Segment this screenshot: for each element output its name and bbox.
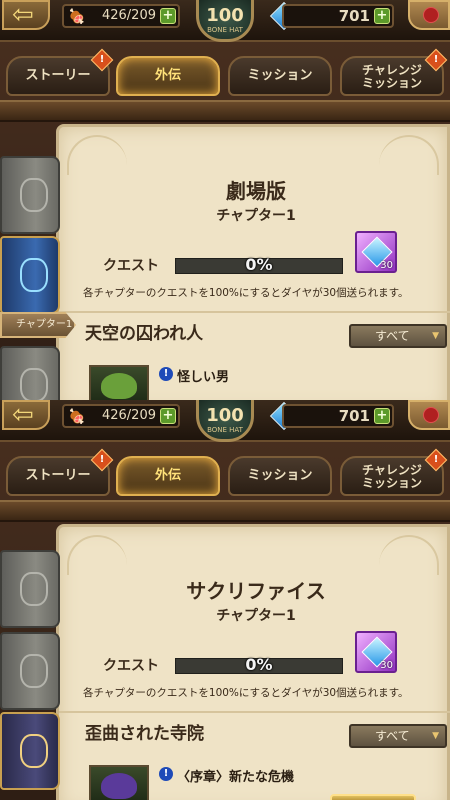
add-stamina-button[interactable]: + (160, 408, 176, 424)
tab-mission[interactable]: ミッション (228, 56, 332, 96)
tab-story[interactable]: ストーリー ! (6, 48, 114, 96)
player-level-value: 100 (206, 5, 244, 26)
player-level-label: BONE HAT (207, 426, 243, 434)
quest-progress-label: クエスト (103, 658, 159, 674)
tab-story-label: ストーリー (25, 68, 91, 83)
alert-icon: ! (90, 448, 114, 472)
gem-counter: 701 + (282, 4, 394, 28)
quest-name[interactable]: 怪しい男 (177, 366, 229, 385)
gem-value: 701 (338, 7, 370, 25)
quest-alert-icon: ! (159, 367, 173, 381)
reward-count: 30 (380, 660, 393, 671)
tab-challenge-label-2: ミッション (361, 476, 422, 490)
add-stamina-button[interactable]: + (160, 8, 176, 24)
tab-gaiden[interactable]: 外伝 (116, 56, 220, 96)
diamond-reward[interactable]: 30 (355, 631, 397, 673)
quest-progress-label: クエスト (103, 258, 159, 274)
mail-envelope-button[interactable] (408, 400, 450, 430)
add-gems-button[interactable]: + (374, 408, 390, 424)
quest-start-button[interactable] (330, 794, 416, 800)
tab-bar: ストーリー ! 外伝 ミッション チャレンジ ミッション ! (0, 48, 450, 102)
tab-mission-label: ミッション (247, 468, 313, 483)
reward-note: 各チャプターのクエストを100%にするとダイヤが30個送られます。 (83, 687, 409, 699)
alert-icon: ! (90, 48, 114, 72)
tab-mission[interactable]: ミッション (228, 456, 332, 496)
corner-ornament (379, 535, 439, 575)
quest-progress-text: 0% (245, 255, 273, 274)
reward-count: 30 (380, 260, 393, 271)
book-gray[interactable] (0, 346, 60, 400)
tab-challenge-mission[interactable]: チャレンジ ミッション ! (340, 48, 448, 96)
tab-gaiden[interactable]: 外伝 (116, 456, 220, 496)
tab-story[interactable]: ストーリー ! (6, 448, 114, 496)
tab-challenge-label-2: ミッション (361, 76, 422, 90)
player-level-value: 100 (206, 405, 244, 426)
corner-ornament (379, 135, 439, 175)
story-title: サクリファイス (186, 579, 326, 603)
screen-panel-1: 🍖 426/209 + 100 BONE HAT 701 + ストーリー ! 外… (0, 0, 450, 400)
gem-value: 701 (338, 407, 370, 425)
top-status-bar: 🍖 426/209 + 100 BONE HAT 701 + (0, 0, 450, 42)
monster-image (101, 773, 137, 799)
quest-name[interactable]: 〈序章〉新たな危機 (177, 766, 294, 785)
tab-gaiden-label: 外伝 (154, 68, 181, 83)
chapter-label: チャプター1 (216, 608, 296, 624)
quest-filter-dropdown[interactable]: すべて (349, 324, 447, 348)
chapter-detail-card: サクリファイス チャプター1 クエスト 0% 30 各チャプターのクエストを10… (56, 524, 450, 800)
quest-alert-icon: ! (159, 767, 173, 781)
quest-progress-bar: 0% (175, 655, 343, 674)
book-gray[interactable] (0, 550, 60, 628)
quest-progress-text: 0% (245, 655, 273, 674)
stamina-counter: 🍖 426/209 + (62, 4, 180, 28)
book-gray[interactable] (0, 632, 60, 710)
quest-thumbnail[interactable] (89, 765, 149, 800)
reward-note: 各チャプターのクエストを100%にするとダイヤが30個送られます。 (83, 287, 409, 299)
stamina-value: 426/209 (101, 8, 156, 23)
stamina-counter: 🍖 426/209 + (62, 404, 180, 428)
back-arrow-button[interactable] (2, 0, 50, 30)
book-gray[interactable] (0, 156, 60, 234)
quest-thumbnail[interactable] (89, 365, 149, 400)
screen-panel-2: 🍖 426/209 + 100 BONE HAT 701 + ストーリー ! 外… (0, 400, 450, 800)
meat-icon: 🍖 (68, 409, 86, 425)
current-chapter-tag: チャプター1 (0, 312, 76, 338)
mail-envelope-button[interactable] (408, 0, 450, 30)
quest-filter-dropdown[interactable]: すべて (349, 724, 447, 748)
book-selected-blue[interactable] (0, 236, 60, 314)
diamond-reward[interactable]: 30 (355, 231, 397, 273)
tab-challenge-mission[interactable]: チャレンジ ミッション ! (340, 448, 448, 496)
gem-counter: 701 + (282, 404, 394, 428)
quest-progress-bar: 0% (175, 255, 343, 274)
monster-image (101, 373, 137, 399)
tab-story-label: ストーリー (25, 468, 91, 483)
story-title: 劇場版 (226, 179, 286, 203)
tab-bar: ストーリー ! 外伝 ミッション チャレンジ ミッション ! (0, 448, 450, 502)
tab-mission-label: ミッション (247, 68, 313, 83)
wooden-shelf-divider (0, 500, 450, 522)
add-gems-button[interactable]: + (374, 8, 390, 24)
meat-icon: 🍖 (68, 9, 86, 25)
corner-ornament (67, 535, 127, 575)
section-divider (59, 711, 450, 713)
chapter-subtitle: 天空の囚われ人 (85, 324, 204, 344)
top-status-bar: 🍖 426/209 + 100 BONE HAT 701 + (0, 400, 450, 442)
tab-gaiden-label: 外伝 (154, 468, 181, 483)
chapter-label: チャプター1 (216, 208, 296, 224)
section-divider (59, 311, 450, 313)
chapter-detail-card: 劇場版 チャプター1 クエスト 0% 30 各チャプターのクエストを100%にす… (56, 124, 450, 400)
corner-ornament (67, 135, 127, 175)
player-level-badge[interactable]: 100 BONE HAT (196, 0, 254, 42)
book-selected-dark[interactable] (0, 712, 60, 790)
wooden-shelf-divider (0, 100, 450, 122)
back-arrow-button[interactable] (2, 400, 50, 430)
chapter-subtitle: 歪曲された寺院 (85, 724, 204, 744)
player-level-badge[interactable]: 100 BONE HAT (196, 400, 254, 442)
stamina-value: 426/209 (101, 408, 156, 423)
player-level-label: BONE HAT (207, 26, 243, 34)
